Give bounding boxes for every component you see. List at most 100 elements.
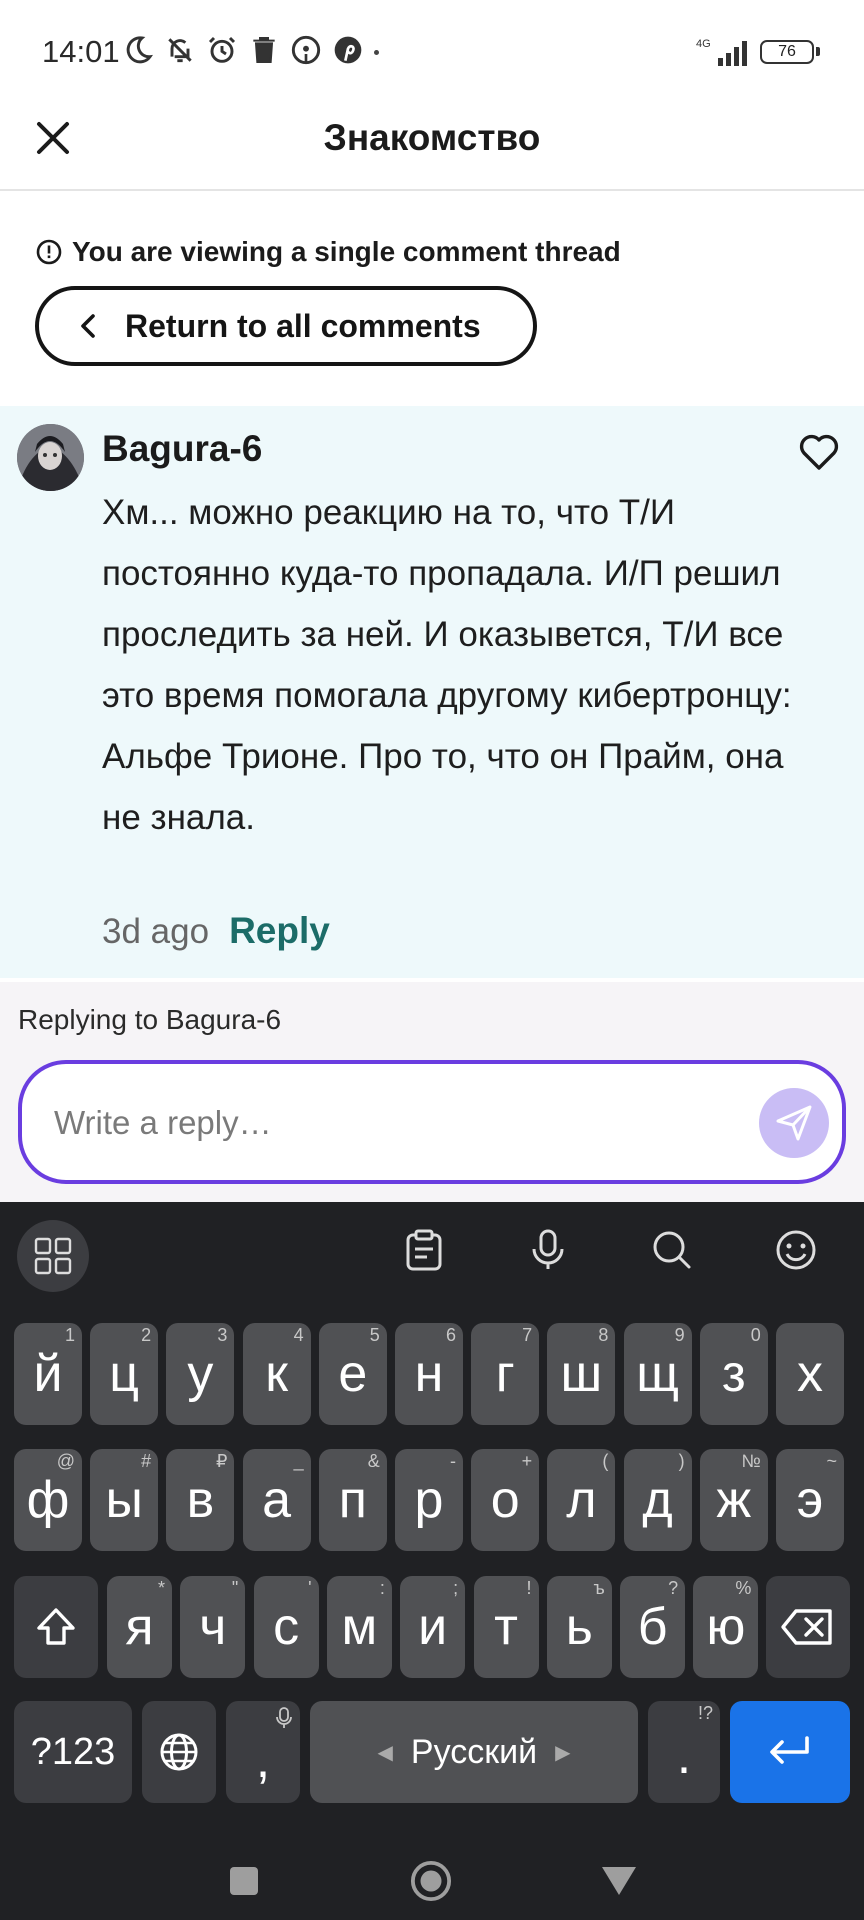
key-row2-8[interactable]: д)	[623, 1449, 692, 1551]
key-row2-5[interactable]: р-	[395, 1449, 463, 1551]
moon-icon	[126, 36, 153, 64]
key-row3-2[interactable]: с '	[253, 1576, 319, 1678]
enter-icon	[770, 1736, 809, 1764]
key-label: х	[797, 1345, 823, 1403]
key-label: ь	[565, 1598, 593, 1656]
like-button[interactable]	[798, 432, 840, 472]
key-row1-3[interactable]: к4	[242, 1323, 311, 1425]
key-row3-1[interactable]: ч "	[180, 1576, 246, 1678]
podcast-icon	[291, 35, 321, 65]
avatar[interactable]	[17, 424, 84, 491]
key-label: н	[414, 1345, 444, 1403]
key-hint: ~	[826, 1451, 837, 1471]
microphone-icon	[532, 1229, 564, 1269]
return-label: Return to all comments	[125, 307, 481, 344]
key-hint: '	[308, 1578, 312, 1598]
key-hint: ₽	[215, 1451, 228, 1471]
key-row1-9[interactable]: з0	[699, 1323, 768, 1425]
key-hint: #	[141, 1451, 152, 1471]
reply-button[interactable]: Reply	[229, 910, 330, 952]
key-hint: )	[678, 1451, 685, 1471]
comment-meta: 3d ago Reply	[102, 910, 330, 952]
key-row1-2[interactable]: у3	[166, 1323, 235, 1425]
key-label: й	[33, 1345, 63, 1403]
key-label: т	[494, 1598, 518, 1656]
key-row3-6[interactable]: ьъ	[546, 1576, 612, 1678]
microphone-button[interactable]	[522, 1224, 574, 1276]
pinterest-icon	[334, 36, 362, 64]
key-row1-8[interactable]: щ9	[623, 1323, 692, 1425]
comment-text: Хм... можно реакцию на то, что Т/И посто…	[102, 493, 792, 837]
space-label: Русский	[410, 1732, 538, 1771]
key-row1-1[interactable]: ц2	[90, 1323, 159, 1425]
key-row1-4[interactable]: е5	[318, 1323, 387, 1425]
backspace-key[interactable]	[766, 1576, 850, 1678]
clipboard-button[interactable]	[398, 1224, 450, 1276]
key-label: м	[341, 1598, 378, 1656]
page-title: Знакомство	[323, 117, 541, 158]
emoji-button[interactable]	[770, 1224, 822, 1276]
key-label: ф	[26, 1471, 70, 1529]
home-button[interactable]	[410, 1860, 452, 1902]
key-label: з	[721, 1345, 746, 1403]
space-key[interactable]: ◀ Русский ▶	[310, 1701, 638, 1803]
key-label: р	[414, 1471, 444, 1529]
key-label: щ	[636, 1345, 679, 1403]
key-hint: :	[379, 1578, 385, 1598]
key-row3-7[interactable]: б?	[620, 1576, 686, 1678]
period-key[interactable]: . !?	[648, 1701, 720, 1803]
backspace-icon	[781, 1609, 832, 1645]
bell-off-icon	[168, 38, 192, 63]
key-label: ц	[109, 1345, 140, 1403]
key-label: в	[186, 1471, 215, 1529]
back-triangle-icon	[602, 1867, 636, 1895]
grid-icon	[34, 1237, 72, 1275]
symbols-key[interactable]: ?123	[14, 1701, 132, 1803]
key-row1-5[interactable]: н6	[395, 1323, 463, 1425]
key-hint: 7	[522, 1325, 533, 1345]
return-to-all-comments-button[interactable]: Return to all comments	[35, 286, 537, 366]
comma-key[interactable]: ,	[226, 1701, 300, 1803]
key-row3-0[interactable]: я *	[107, 1576, 172, 1678]
key-row1-10[interactable]: х	[776, 1323, 844, 1425]
key-hint: +	[521, 1451, 533, 1471]
key-row2-1[interactable]: ы #	[90, 1449, 159, 1551]
key-hint: 2	[141, 1325, 152, 1345]
key-label: е	[338, 1345, 368, 1403]
key-row1-7[interactable]: ш8	[547, 1323, 616, 1425]
keyboard-search-button[interactable]	[646, 1224, 698, 1276]
key-hint: "	[231, 1578, 239, 1598]
key-hint: ;	[453, 1578, 459, 1598]
key-label: п	[338, 1471, 367, 1529]
comment-author[interactable]: Bagura-6	[102, 428, 262, 470]
key-row3-3[interactable]: м:	[326, 1576, 392, 1678]
key-row2-10[interactable]: э ~	[776, 1449, 844, 1551]
key-row2-3[interactable]: а _	[242, 1449, 311, 1551]
key-row1-6[interactable]: г7	[471, 1323, 540, 1425]
key-hint: *	[157, 1578, 165, 1598]
key-row2-6[interactable]: о +	[471, 1449, 540, 1551]
enter-key[interactable]	[730, 1701, 850, 1803]
apps-grid-button[interactable]	[17, 1220, 89, 1292]
key-row2-0[interactable]: ф @	[14, 1449, 82, 1551]
back-button[interactable]	[598, 1860, 640, 1902]
reply-input[interactable]	[52, 1090, 736, 1156]
key-row2-7[interactable]: л(	[547, 1449, 616, 1551]
key-row1-0[interactable]: й1	[14, 1323, 82, 1425]
key-row2-2[interactable]: в ₽	[166, 1449, 235, 1551]
key-row3-8[interactable]: ю%	[693, 1576, 759, 1678]
send-button[interactable]	[759, 1088, 829, 1158]
key-row2-9[interactable]: ж №	[699, 1449, 768, 1551]
key-hint: %	[735, 1578, 752, 1598]
shift-key[interactable]	[14, 1576, 98, 1678]
recents-button[interactable]	[223, 1860, 265, 1902]
language-key[interactable]	[142, 1701, 216, 1803]
key-label: к	[265, 1345, 288, 1403]
key-row3-5[interactable]: т!	[473, 1576, 539, 1678]
key-label: б	[637, 1598, 668, 1656]
key-row3-4[interactable]: и;	[400, 1576, 466, 1678]
key-label: я	[125, 1598, 154, 1656]
send-icon	[776, 1105, 812, 1141]
key-row2-4[interactable]: п &	[318, 1449, 387, 1551]
key-label: ы	[105, 1471, 143, 1529]
